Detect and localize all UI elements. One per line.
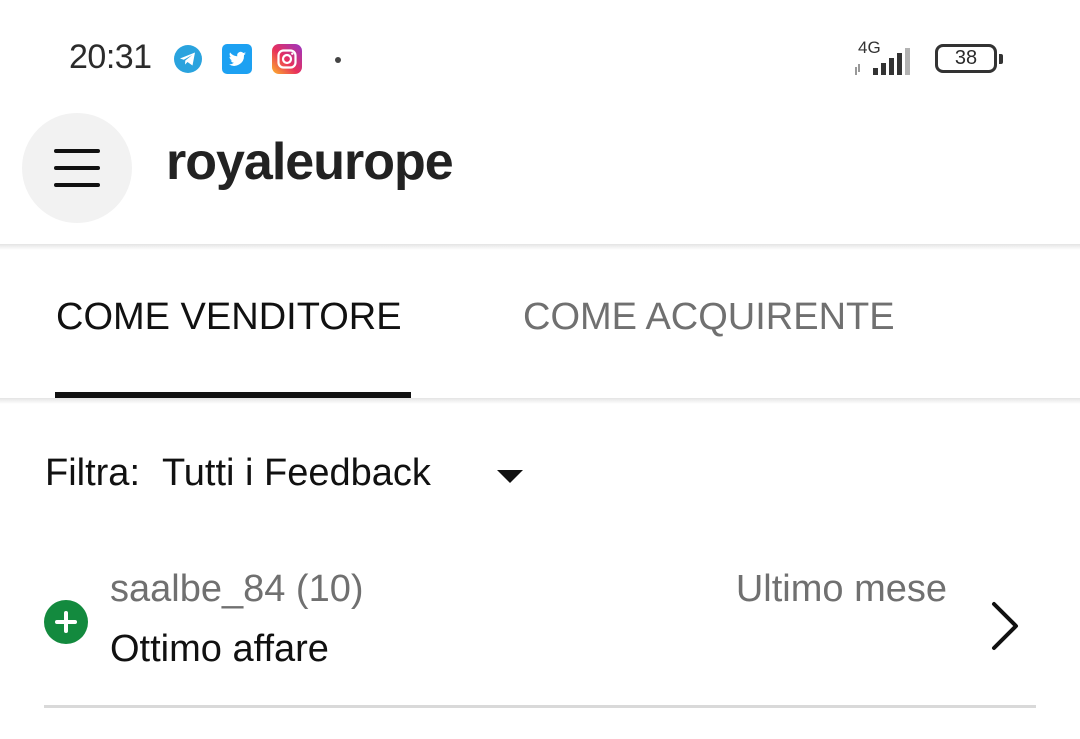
hamburger-menu-icon-bar (54, 183, 100, 187)
feedback-filter-dropdown[interactable]: Filtra: Tutti i Feedback (45, 452, 523, 500)
tabs-divider (0, 398, 1080, 404)
chevron-right-icon[interactable] (988, 600, 1022, 652)
status-time: 20:31 (69, 38, 152, 76)
hamburger-menu-button[interactable] (22, 113, 132, 223)
hamburger-menu-icon-bar (54, 166, 100, 170)
telegram-icon (174, 45, 202, 73)
tab-come-venditore[interactable]: COME VENDITORE (56, 296, 402, 339)
filter-value: Tutti i Feedback (162, 452, 431, 494)
tab-come-acquirente[interactable]: COME ACQUIRENTE (523, 296, 895, 339)
feedback-comment: Ottimo affare (110, 628, 329, 670)
instagram-icon (272, 44, 302, 74)
feedback-date: Ultimo mese (735, 568, 947, 610)
battery-level: 38 (954, 47, 978, 69)
feedback-list-item[interactable]: saalbe_84 (10) Ottimo affare Ultimo mese (0, 556, 1080, 708)
filter-label: Filtra: (45, 452, 140, 494)
network-type-label: 4G (858, 38, 881, 57)
positive-feedback-icon (44, 600, 88, 644)
notification-dot (335, 57, 341, 63)
tab-bar: COME VENDITORE COME ACQUIRENTE (0, 250, 1080, 398)
twitter-icon (222, 44, 252, 74)
feedback-user: saalbe_84 (10) (110, 568, 364, 610)
status-bar: 20:31 4G 38 (0, 0, 1080, 110)
caret-down-icon (497, 470, 523, 483)
battery-icon: 38 (935, 44, 1003, 73)
hamburger-menu-icon (54, 149, 100, 153)
list-divider (44, 705, 1036, 708)
page-title: royaleurope (166, 133, 454, 191)
app-header: royaleurope (0, 110, 1080, 244)
